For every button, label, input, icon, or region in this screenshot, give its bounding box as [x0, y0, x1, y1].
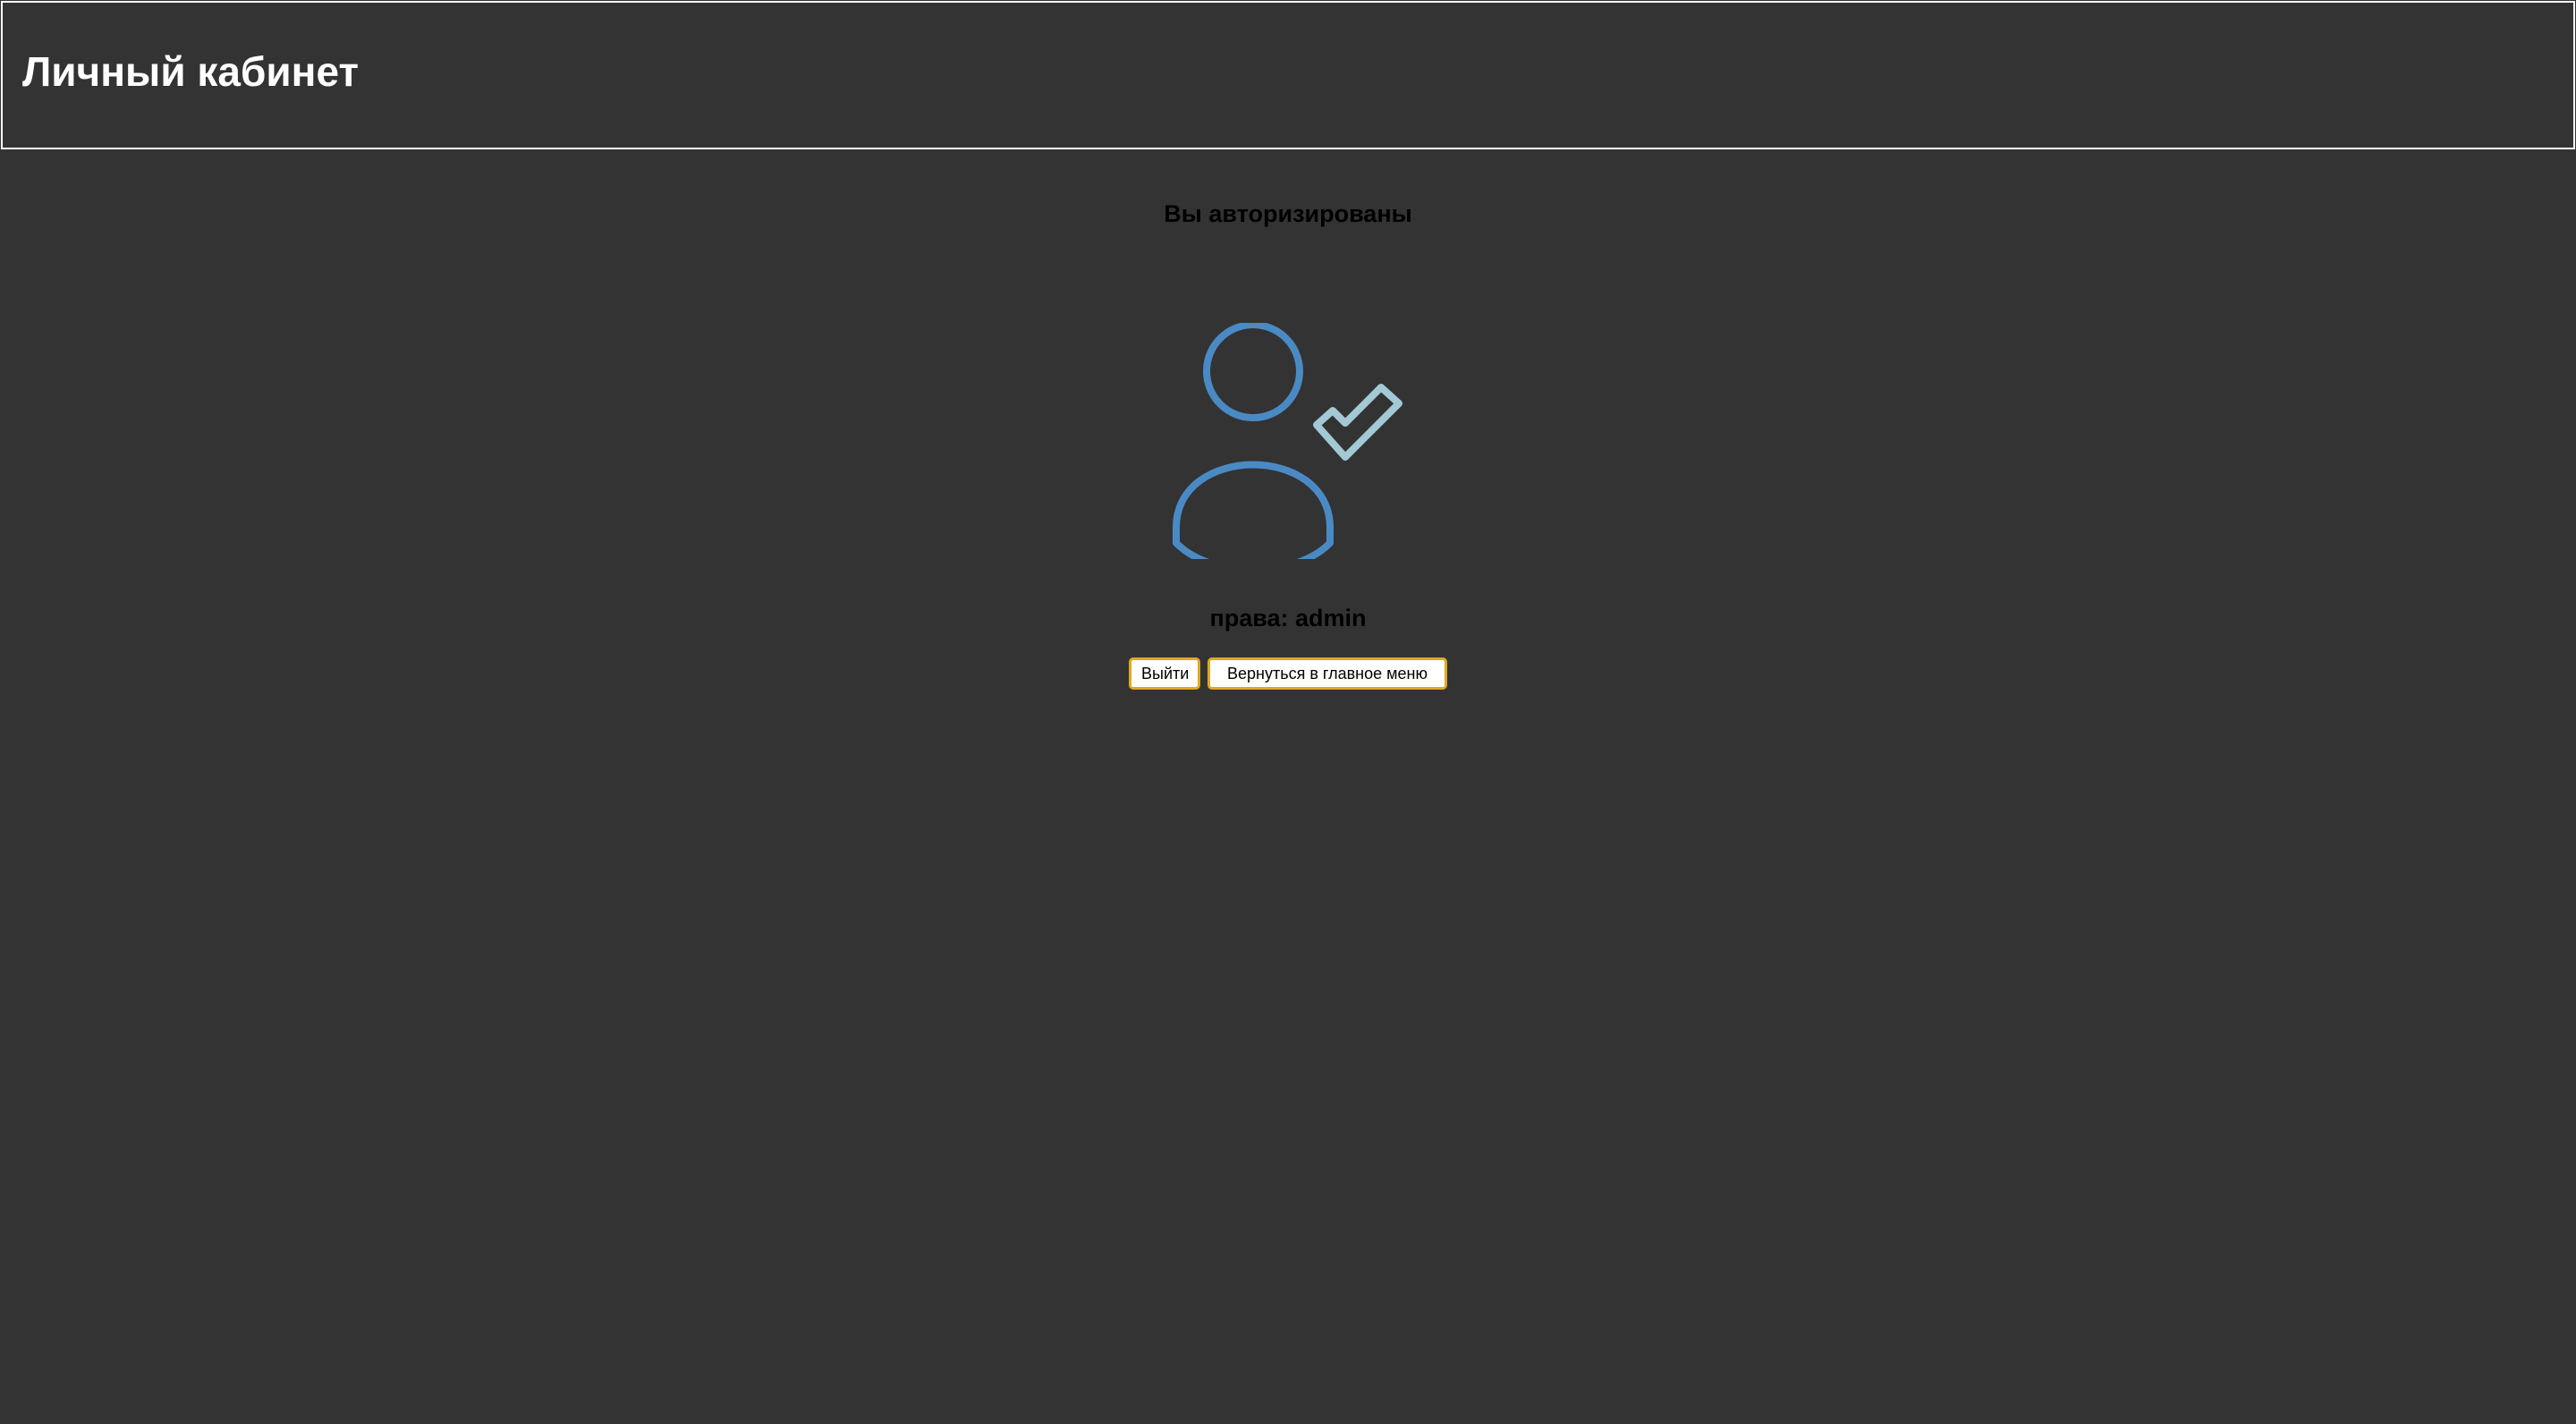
user-rights: права: admin — [0, 606, 2576, 631]
action-buttons: Выйти Вернуться в главное меню — [0, 657, 2576, 690]
check-mark-shape — [1313, 384, 1402, 461]
user-head-shape — [1203, 321, 1303, 421]
user-body-shape — [1173, 461, 1334, 573]
rights-label: права: — [1209, 605, 1289, 631]
page-header: Личный кабинет — [1, 1, 2575, 149]
logout-button[interactable]: Выйти — [1129, 657, 1200, 690]
auth-status-heading: Вы авторизированы — [1164, 200, 1412, 227]
user-check-icon — [1170, 321, 1406, 573]
back-to-main-menu-button[interactable]: Вернуться в главное меню — [1208, 657, 1447, 690]
page-title: Личный кабинет — [22, 48, 359, 95]
rights-value: admin — [1295, 605, 1367, 631]
main-content: Вы авторизированы права: admin Выйти Вер… — [0, 148, 2576, 1424]
